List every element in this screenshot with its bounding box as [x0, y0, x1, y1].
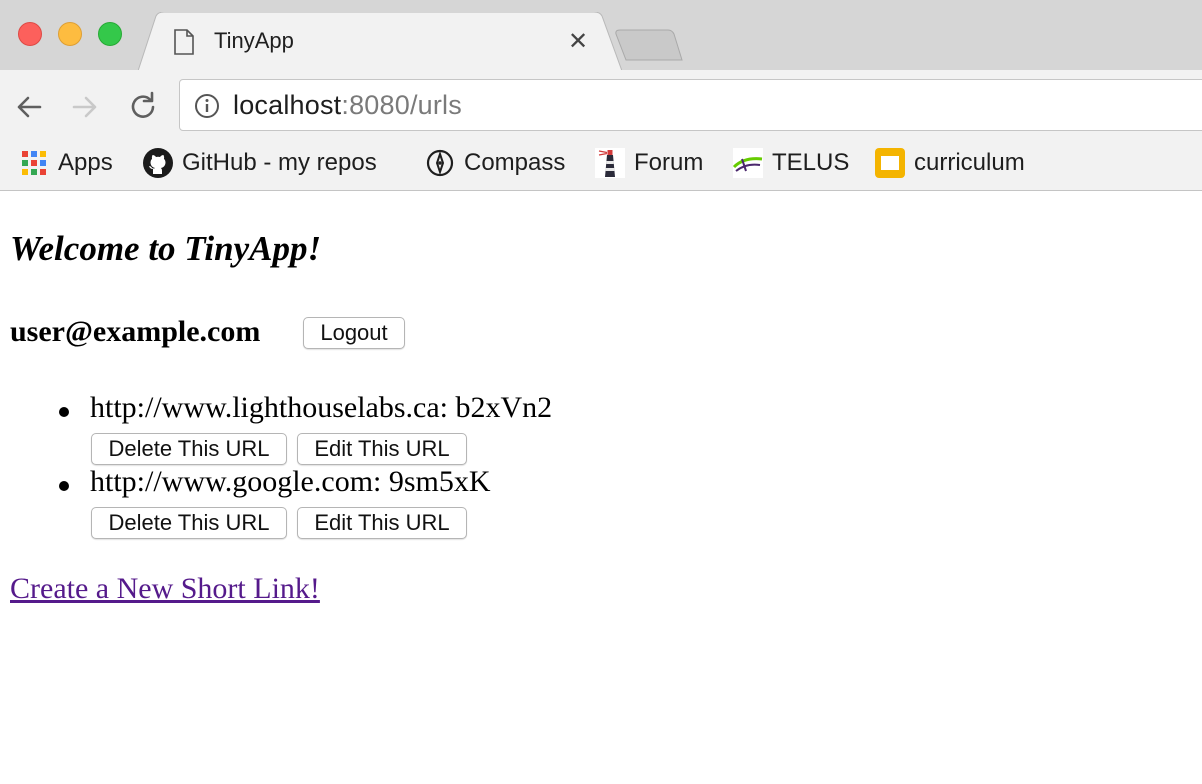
address-host: localhost [233, 90, 342, 120]
user-email: user@example.com [10, 315, 261, 348]
reload-icon[interactable] [126, 90, 160, 124]
list-item: http://www.lighthouselabs.ca: b2xVn2 Del… [0, 391, 700, 465]
forward-arrow-icon[interactable] [68, 90, 102, 124]
bookmark-telus[interactable]: TELUS [732, 146, 849, 180]
browser-toolbar: localhost:8080/urls Apps GitHub - my rep… [0, 70, 1202, 191]
lighthouse-icon [595, 148, 625, 178]
delete-url-button[interactable]: Delete This URL [91, 433, 287, 465]
close-tab-icon[interactable]: ✕ [568, 30, 588, 54]
bookmark-label: Apps [58, 149, 113, 176]
bookmark-label: GitHub - my repos [182, 149, 377, 176]
back-arrow-icon[interactable] [12, 90, 46, 124]
tab-title: TinyApp [214, 28, 294, 53]
bullet-icon [59, 407, 69, 417]
compass-icon [426, 149, 454, 177]
page-title: Welcome to TinyApp! [10, 229, 322, 268]
window-minimize-button[interactable] [58, 22, 82, 46]
browser-tab-bar: TinyApp ✕ [0, 0, 1202, 71]
bookmarks-bar: Apps GitHub - my repos Compass Forum TEL… [0, 142, 1202, 182]
bookmark-github[interactable]: GitHub - my repos [142, 146, 377, 180]
page-content: Welcome to TinyApp! user@example.com Log… [0, 191, 1202, 784]
telus-icon [732, 148, 763, 178]
delete-url-button[interactable]: Delete This URL [91, 507, 287, 539]
list-item: http://www.google.com: 9sm5xK Delete Thi… [0, 465, 700, 539]
tab-shape [138, 12, 622, 71]
github-icon [143, 148, 173, 178]
new-tab-button[interactable] [614, 28, 684, 62]
bookmark-label: Compass [464, 149, 566, 176]
tab-tinyapp[interactable]: TinyApp ✕ [138, 12, 622, 71]
window-close-button[interactable] [18, 22, 42, 46]
slides-icon [875, 148, 905, 178]
apps-grid-icon [22, 151, 46, 175]
window-maximize-button[interactable] [98, 22, 122, 46]
bookmark-curriculum[interactable]: curriculum [874, 146, 1025, 180]
bookmark-forum[interactable]: Forum [594, 146, 703, 180]
bookmark-label: TELUS [772, 149, 850, 176]
bookmark-label: curriculum [914, 149, 1025, 176]
logout-button[interactable]: Logout [303, 317, 405, 349]
bookmark-compass[interactable]: Compass [424, 146, 565, 180]
info-icon[interactable] [194, 93, 220, 119]
edit-url-button[interactable]: Edit This URL [297, 507, 467, 539]
address-path: :8080/urls [341, 90, 462, 120]
bookmark-label: Forum [634, 149, 704, 176]
edit-url-button[interactable]: Edit This URL [297, 433, 467, 465]
create-short-link[interactable]: Create a New Short Link! [10, 572, 320, 606]
address-bar[interactable]: localhost:8080/urls [179, 79, 1202, 131]
bullet-icon [59, 481, 69, 491]
url-entry-text: http://www.google.com: 9sm5xK [90, 465, 491, 498]
address-text[interactable]: localhost:8080/urls [233, 90, 462, 121]
url-entry-text: http://www.lighthouselabs.ca: b2xVn2 [90, 391, 553, 424]
page-icon [174, 29, 194, 55]
bookmark-apps[interactable]: Apps [18, 146, 113, 180]
